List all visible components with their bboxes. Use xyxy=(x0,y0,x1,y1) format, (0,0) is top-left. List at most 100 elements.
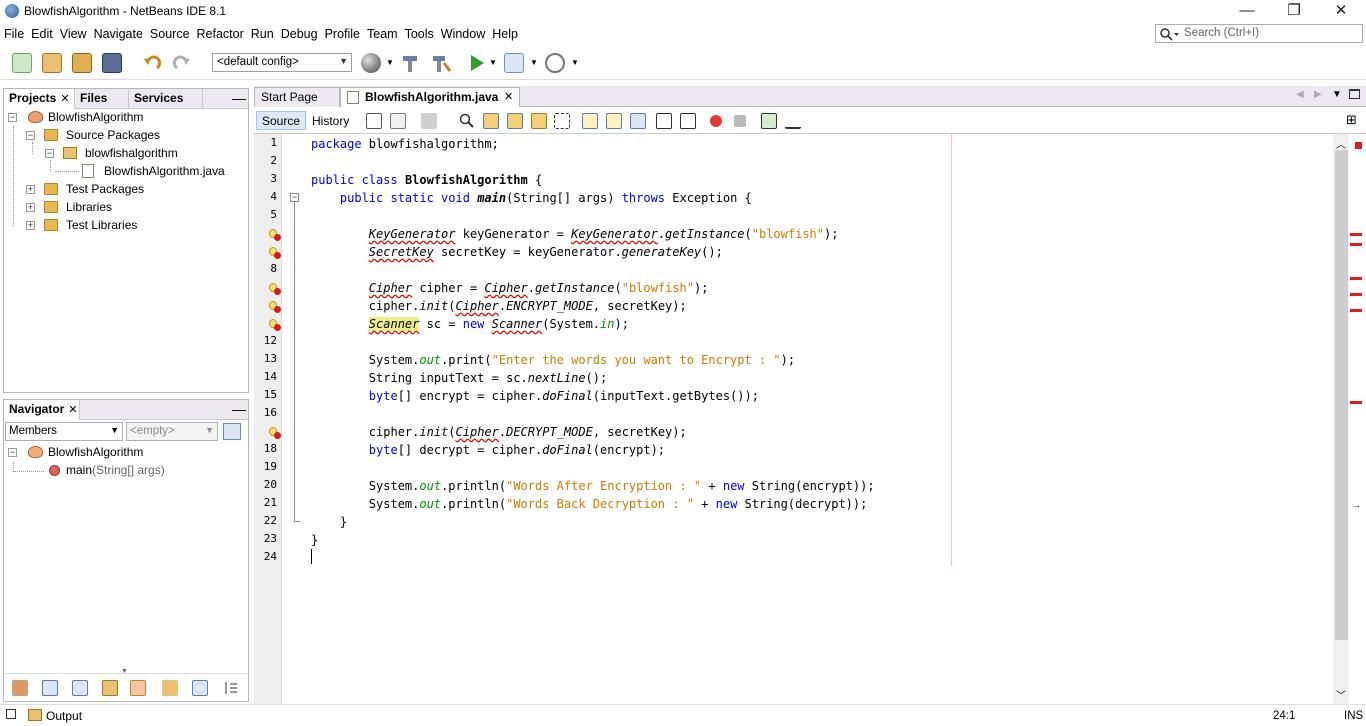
shift-left-icon[interactable] xyxy=(656,113,672,129)
scroll-down-icon[interactable]: ﹀ xyxy=(1336,687,1346,702)
error-mark[interactable] xyxy=(1350,277,1362,280)
close-icon[interactable]: ✕ xyxy=(68,404,77,416)
comment-icon[interactable] xyxy=(761,113,777,129)
output-tab[interactable]: Output xyxy=(46,709,82,723)
expand-icon[interactable]: + xyxy=(26,203,35,212)
fold-toggle-icon[interactable]: − xyxy=(290,193,299,202)
find-previous-icon[interactable] xyxy=(483,113,499,129)
tab-files[interactable]: Files xyxy=(75,89,129,109)
error-hint-icon[interactable] xyxy=(269,283,281,295)
navigator-layout-icon[interactable] xyxy=(223,423,241,440)
error-hint-icon[interactable] xyxy=(269,247,281,259)
show-inner-classes-icon[interactable] xyxy=(130,680,146,696)
toggle-highlight-icon[interactable] xyxy=(531,113,547,129)
chevron-down-icon[interactable]: ▼ xyxy=(530,58,538,67)
tab-start-page[interactable]: Start Page xyxy=(254,87,340,107)
scroll-up-icon[interactable]: ︿ xyxy=(1336,136,1346,151)
run-icon[interactable] xyxy=(467,53,487,73)
debug-icon[interactable] xyxy=(504,53,524,73)
menu-view[interactable]: View xyxy=(56,24,90,41)
error-hint-icon[interactable] xyxy=(269,427,281,439)
expand-icon[interactable]: + xyxy=(26,185,35,194)
tab-navigator[interactable]: Navigator ✕ xyxy=(4,400,80,420)
undo-icon[interactable] xyxy=(142,53,162,73)
find-icon[interactable] xyxy=(459,113,475,129)
empty-select[interactable]: <empty> ▼ xyxy=(126,422,218,441)
forward-icon[interactable] xyxy=(421,113,437,129)
show-fields-icon[interactable] xyxy=(42,680,58,696)
tab-services[interactable]: Services xyxy=(129,89,203,109)
menu-edit[interactable]: Edit xyxy=(27,24,56,41)
scroll-left-icon[interactable]: ◀ xyxy=(1296,89,1304,100)
new-file-icon[interactable] xyxy=(12,53,32,73)
search-input[interactable]: Search (Ctrl+I) xyxy=(1155,24,1363,43)
close-icon[interactable]: ✕ xyxy=(60,93,69,105)
minimize-pane-icon[interactable]: — xyxy=(232,401,246,417)
next-bookmark-icon[interactable] xyxy=(606,113,622,129)
tab-blowfish-java[interactable]: BlowfishAlgorithm.java ✕ xyxy=(340,87,520,107)
build-hammer-icon[interactable] xyxy=(400,53,420,73)
error-hint-icon[interactable] xyxy=(269,301,281,313)
collapse-icon[interactable]: − xyxy=(8,113,17,122)
collapse-icon[interactable]: − xyxy=(45,149,54,158)
menu-file[interactable]: File xyxy=(0,24,27,41)
error-mark[interactable] xyxy=(1350,233,1362,236)
error-mark[interactable] xyxy=(1350,243,1362,246)
menu-source[interactable]: Source xyxy=(146,24,193,41)
rectangular-selection-icon[interactable] xyxy=(554,113,570,129)
insert-mode[interactable]: INS xyxy=(1344,710,1363,722)
history-view-button[interactable]: History xyxy=(306,111,355,130)
restore-window-icon[interactable] xyxy=(6,709,16,719)
show-non-public-icon[interactable] xyxy=(102,680,118,696)
menu-debug[interactable]: Debug xyxy=(277,24,321,41)
error-status-icon[interactable] xyxy=(1355,142,1362,149)
menu-profile[interactable]: Profile xyxy=(321,24,363,41)
fqn-icon[interactable] xyxy=(162,680,178,696)
shift-right-icon[interactable] xyxy=(680,113,696,129)
collapse-icon[interactable]: − xyxy=(8,448,17,457)
save-all-icon[interactable] xyxy=(102,53,122,73)
vertical-scrollbar[interactable]: ︿ ﹀ xyxy=(1333,134,1349,704)
redo-icon[interactable] xyxy=(172,53,192,73)
close-icon[interactable]: ✕ xyxy=(504,88,513,107)
chevron-down-icon[interactable]: ▼ xyxy=(489,58,497,67)
maximize-button[interactable]: ❐ xyxy=(1271,0,1317,24)
minimize-button[interactable]: — xyxy=(1224,0,1270,24)
globe-icon[interactable] xyxy=(361,53,381,73)
sort-by-name-icon[interactable] xyxy=(192,680,208,696)
previous-bookmark-icon[interactable] xyxy=(582,113,598,129)
menu-tools[interactable]: Tools xyxy=(401,24,437,41)
clean-build-icon[interactable] xyxy=(430,53,452,73)
scroll-right-icon[interactable]: ▶ xyxy=(1314,89,1322,100)
chevron-down-icon[interactable]: ▼ xyxy=(386,58,394,67)
scrollbar-thumb[interactable] xyxy=(1335,150,1348,640)
error-mark[interactable] xyxy=(1350,309,1362,312)
error-mark[interactable] xyxy=(1350,293,1362,296)
maximize-window-icon[interactable] xyxy=(1349,89,1360,99)
uncomment-icon[interactable] xyxy=(785,113,801,129)
profile-icon[interactable] xyxy=(545,53,565,73)
menu-run[interactable]: Run xyxy=(247,24,277,41)
close-button[interactable]: ✕ xyxy=(1318,0,1364,24)
stop-macro-recording-icon[interactable] xyxy=(734,115,746,127)
menu-refactor[interactable]: Refactor xyxy=(193,24,247,41)
new-project-icon[interactable] xyxy=(42,53,62,73)
start-macro-recording-icon[interactable] xyxy=(710,115,722,127)
split-window-icon[interactable]: ⊞ xyxy=(1346,112,1357,128)
back-icon[interactable] xyxy=(390,113,406,129)
find-next-icon[interactable] xyxy=(507,113,523,129)
menu-help[interactable]: Help xyxy=(488,24,521,41)
show-static-icon[interactable] xyxy=(72,680,88,696)
menu-team[interactable]: Team xyxy=(363,24,401,41)
tab-projects[interactable]: Projects ✕ xyxy=(4,89,75,109)
minimize-pane-icon[interactable]: — xyxy=(232,90,246,106)
inherited-members-icon[interactable] xyxy=(12,680,28,696)
error-mark[interactable] xyxy=(1350,401,1362,404)
config-select[interactable]: <default config> ▼ xyxy=(212,53,352,72)
collapse-icon[interactable]: − xyxy=(26,131,35,140)
open-project-icon[interactable] xyxy=(72,53,92,73)
expand-icon[interactable]: + xyxy=(26,221,35,230)
error-hint-icon[interactable] xyxy=(269,229,281,241)
toggle-bookmark-icon[interactable] xyxy=(630,113,646,129)
chevron-down-icon[interactable]: ▼ xyxy=(571,58,579,67)
